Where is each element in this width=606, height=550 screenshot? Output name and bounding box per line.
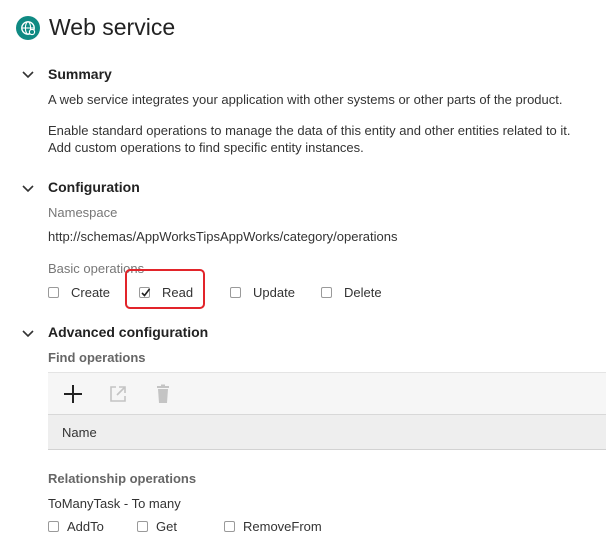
trash-icon[interactable] [152,383,174,405]
checkbox-box[interactable] [224,520,235,532]
update-label: Update [253,284,295,300]
summary-collapse-chevron-icon[interactable] [21,70,35,80]
find-operations-label: Find operations [48,350,146,365]
open-external-icon[interactable] [107,383,129,405]
update-operation-checkbox[interactable]: Update [230,283,295,301]
web-service-globe-icon [16,16,40,40]
name-column-header[interactable]: Name [62,425,97,440]
summary-text-line2: Enable standard operations to manage the… [48,123,571,138]
get-label: Get [156,518,177,534]
find-operations-table: Name [48,372,606,450]
removefrom-label: RemoveFrom [243,518,322,534]
delete-operation-checkbox[interactable]: Delete [321,283,382,301]
page-title: Web service [49,14,176,40]
summary-text-line3: Add custom operations to find specific e… [48,140,364,155]
advanced-configuration-heading[interactable]: Advanced configuration [48,324,208,340]
basic-operations-group: Create Read Update Delete [48,283,448,301]
addto-operation-checkbox[interactable]: AddTo [48,517,104,535]
namespace-value: http://schemas/AppWorksTipsAppWorks/cate… [48,229,398,244]
table-header-row: Name [48,414,606,450]
checkbox-box[interactable] [230,286,241,298]
relationship-operations-label: Relationship operations [48,471,197,486]
delete-label: Delete [344,284,382,300]
relationship-name: ToManyTask - To many [48,496,181,511]
configuration-collapse-chevron-icon[interactable] [21,184,35,194]
addto-label: AddTo [67,518,104,534]
read-highlight-box [125,269,205,309]
create-label: Create [71,284,111,300]
summary-text-line1: A web service integrates your applicatio… [48,92,563,107]
checkbox-box[interactable] [48,520,59,532]
create-operation-checkbox[interactable]: Create [48,283,110,301]
relationship-operations-group: AddTo Get RemoveFrom [48,517,368,535]
table-toolbar [48,372,606,414]
configuration-heading[interactable]: Configuration [48,179,140,195]
namespace-label: Namespace [48,205,118,220]
advanced-collapse-chevron-icon[interactable] [21,329,35,339]
checkbox-box[interactable] [321,286,332,298]
removefrom-operation-checkbox[interactable]: RemoveFrom [224,517,322,535]
checkbox-box[interactable] [48,286,59,298]
checkbox-box[interactable] [137,520,148,532]
summary-heading[interactable]: Summary [48,66,112,82]
plus-icon[interactable] [62,383,84,405]
get-operation-checkbox[interactable]: Get [137,517,177,535]
